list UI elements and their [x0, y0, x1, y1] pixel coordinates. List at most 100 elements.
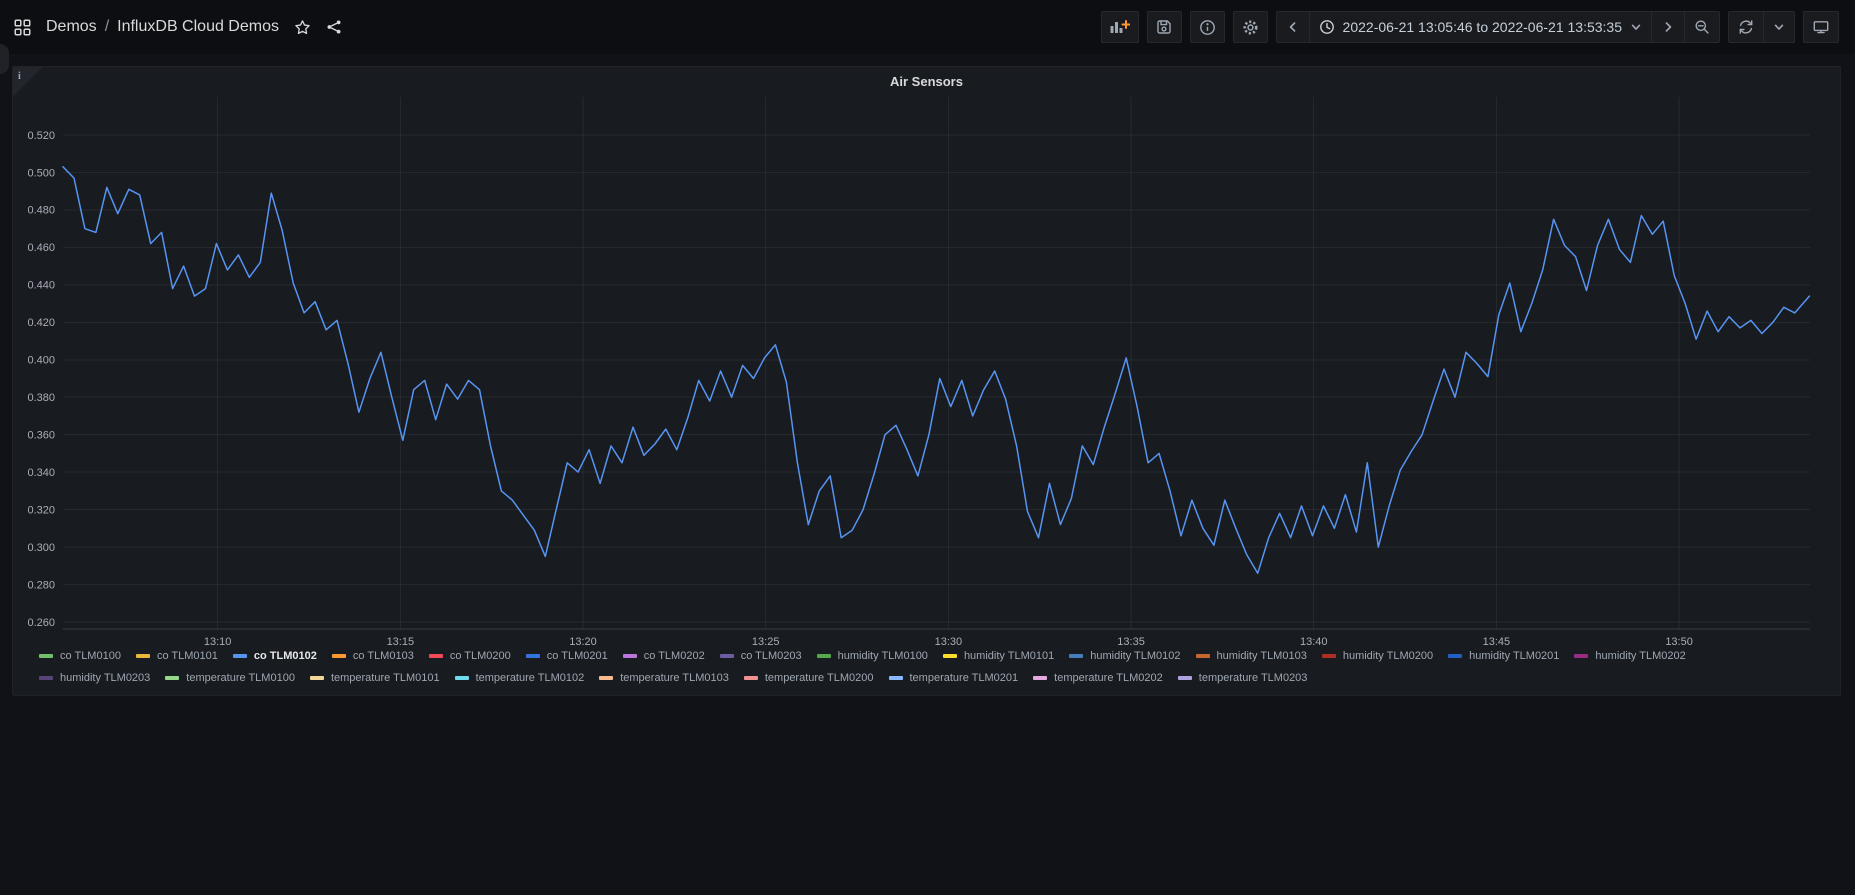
panel-description-indicator[interactable]: i [13, 67, 43, 97]
legend-swatch [136, 654, 150, 658]
time-shift-back-button[interactable] [1277, 12, 1309, 42]
legend-label: temperature TLM0202 [1054, 672, 1163, 684]
legend-label: humidity TLM0200 [1343, 650, 1433, 662]
legend-swatch [526, 654, 540, 658]
legend-swatch [889, 676, 903, 680]
legend-item[interactable]: temperature TLM0202 [1033, 672, 1163, 684]
kiosk-mode-button[interactable] [1803, 11, 1839, 43]
legend-item[interactable]: co TLM0201 [526, 650, 608, 662]
legend-label: humidity TLM0201 [1469, 650, 1559, 662]
legend-label: humidity TLM0100 [838, 650, 928, 662]
gear-icon [1242, 19, 1259, 36]
apps-icon[interactable] [14, 19, 31, 36]
clock-icon [1319, 19, 1335, 35]
legend-swatch [1574, 654, 1588, 658]
legend-item[interactable]: humidity TLM0103 [1196, 650, 1307, 662]
chart-legend: co TLM0100 co TLM0101 co TLM0102 co TLM0103… [39, 645, 1830, 689]
time-range-label: 2022-06-21 13:05:46 to 2022-06-21 13:53:… [1343, 19, 1622, 35]
legend-item[interactable]: temperature TLM0101 [310, 672, 440, 684]
legend-item[interactable]: humidity TLM0202 [1574, 650, 1685, 662]
legend-item[interactable]: humidity TLM0203 [39, 672, 150, 684]
legend-swatch [233, 654, 247, 658]
legend-item[interactable]: co TLM0103 [332, 650, 414, 662]
legend-swatch [817, 654, 831, 658]
legend-label: co TLM0201 [547, 650, 608, 662]
page-title: InfluxDB Cloud Demos [117, 18, 279, 36]
panel-title[interactable]: Air Sensors [13, 74, 1840, 89]
share-icon[interactable] [326, 19, 342, 35]
legend-item[interactable]: humidity TLM0100 [817, 650, 928, 662]
legend-item[interactable]: temperature TLM0201 [889, 672, 1019, 684]
legend-swatch [943, 654, 957, 658]
legend-label: humidity TLM0101 [964, 650, 1054, 662]
star-icon[interactable] [294, 19, 311, 36]
legend-item[interactable]: temperature TLM0200 [744, 672, 874, 684]
legend-swatch [165, 676, 179, 680]
save-dashboard-button[interactable] [1147, 11, 1182, 43]
dashboard-info-button[interactable] [1190, 11, 1225, 43]
legend-item[interactable]: co TLM0101 [136, 650, 218, 662]
dashboard-settings-button[interactable] [1233, 11, 1268, 43]
legend-swatch [39, 654, 53, 658]
bar-chart-plus-icon [1110, 22, 1122, 33]
legend-label: temperature TLM0103 [620, 672, 729, 684]
info-icon: i [18, 71, 21, 82]
refresh-interval-dropdown[interactable] [1763, 12, 1794, 42]
breadcrumb: Demos / InfluxDB Cloud Demos [46, 18, 279, 36]
legend-label: humidity TLM0102 [1090, 650, 1180, 662]
legend-item[interactable]: temperature TLM0203 [1178, 672, 1308, 684]
series-line [63, 167, 1809, 574]
legend-item[interactable]: temperature TLM0103 [599, 672, 729, 684]
legend-item[interactable]: co TLM0100 [39, 650, 121, 662]
legend-swatch [1033, 676, 1047, 680]
y-tick-label: 0.340 [27, 467, 55, 479]
refresh-button[interactable] [1729, 12, 1763, 42]
legend-label: co TLM0200 [450, 650, 511, 662]
sidebar-handle[interactable] [0, 44, 9, 74]
time-shift-forward-button[interactable] [1651, 12, 1684, 42]
timeseries-chart[interactable]: 0.2600.2800.3000.3200.3400.3600.3800.400… [13, 67, 1840, 695]
legend-label: co TLM0103 [353, 650, 414, 662]
chevron-right-icon [1661, 20, 1675, 34]
legend-label: co TLM0203 [741, 650, 802, 662]
legend-item[interactable]: co TLM0102 [233, 650, 317, 662]
legend-swatch [599, 676, 613, 680]
time-zoom-out-button[interactable] [1684, 12, 1719, 42]
legend-item[interactable]: co TLM0202 [623, 650, 705, 662]
add-panel-button[interactable] [1101, 11, 1139, 43]
save-icon [1156, 19, 1172, 35]
legend-label: co TLM0101 [157, 650, 218, 662]
legend-swatch [1178, 676, 1192, 680]
chevron-down-icon [1630, 21, 1642, 33]
legend-item[interactable]: humidity TLM0200 [1322, 650, 1433, 662]
legend-label: humidity TLM0103 [1217, 650, 1307, 662]
legend-item[interactable]: temperature TLM0100 [165, 672, 295, 684]
y-tick-label: 0.400 [27, 355, 55, 367]
legend-label: temperature TLM0102 [476, 672, 585, 684]
legend-item[interactable]: co TLM0203 [720, 650, 802, 662]
legend-label: temperature TLM0200 [765, 672, 874, 684]
refresh-group [1728, 11, 1795, 43]
legend-swatch [1069, 654, 1083, 658]
legend-item[interactable]: humidity TLM0201 [1448, 650, 1559, 662]
time-range-picker-button[interactable]: 2022-06-21 13:05:46 to 2022-06-21 13:53:… [1309, 12, 1651, 42]
legend-swatch [429, 654, 443, 658]
breadcrumb-folder[interactable]: Demos [46, 18, 97, 36]
legend-swatch [332, 654, 346, 658]
legend-label: humidity TLM0203 [60, 672, 150, 684]
legend-item[interactable]: humidity TLM0101 [943, 650, 1054, 662]
y-tick-label: 0.500 [27, 167, 55, 179]
legend-label: co TLM0102 [254, 650, 317, 662]
legend-label: temperature TLM0201 [910, 672, 1019, 684]
legend-swatch [744, 676, 758, 680]
y-tick-label: 0.380 [27, 392, 55, 404]
legend-swatch [1448, 654, 1462, 658]
legend-item[interactable]: co TLM0200 [429, 650, 511, 662]
breadcrumb-separator: / [105, 18, 109, 36]
legend-item[interactable]: humidity TLM0102 [1069, 650, 1180, 662]
legend-label: temperature TLM0100 [186, 672, 295, 684]
legend-label: temperature TLM0101 [331, 672, 440, 684]
y-tick-label: 0.480 [27, 205, 55, 217]
legend-item[interactable]: temperature TLM0102 [455, 672, 585, 684]
legend-swatch [310, 676, 324, 680]
